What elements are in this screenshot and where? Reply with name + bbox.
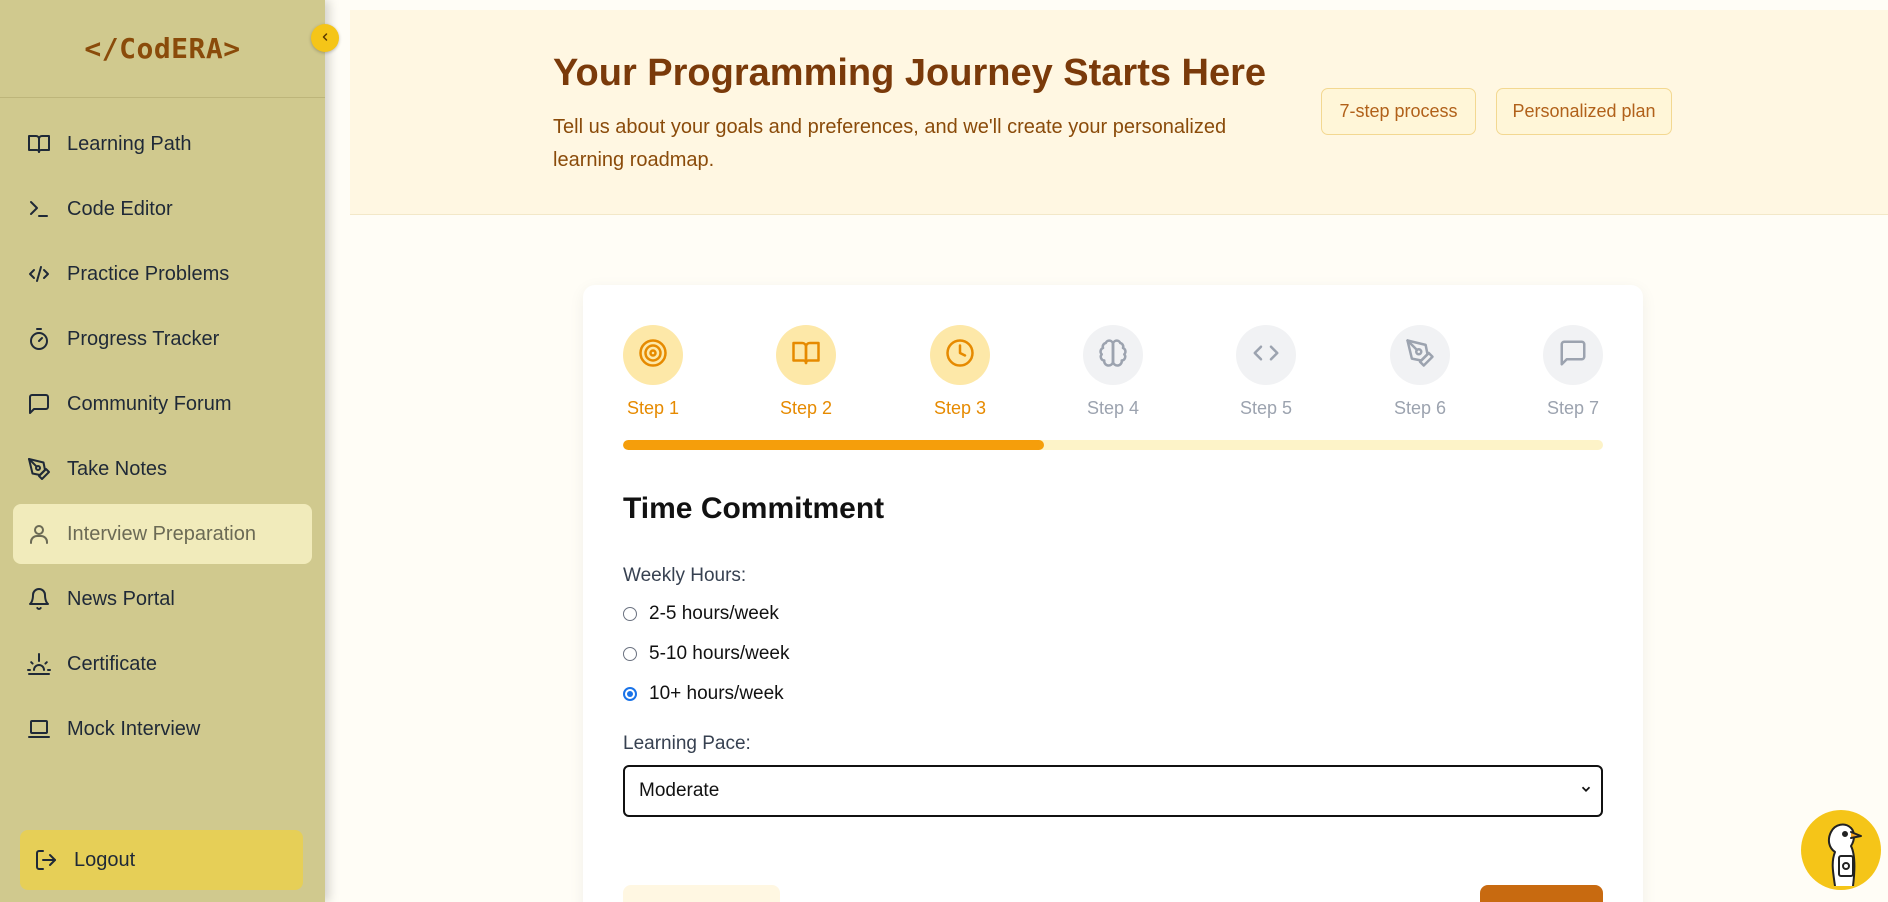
step-label: Step 6 [1393, 398, 1447, 418]
code-icon [27, 262, 51, 286]
sidebar-item-label: Learning Path [67, 132, 192, 155]
target-icon [638, 338, 668, 373]
step-label: Step 4 [1086, 398, 1140, 418]
sidebar-item-label: Certificate [67, 652, 158, 675]
previous-button[interactable] [623, 885, 780, 902]
sidebar-item-label: Interview Preparation [67, 522, 256, 545]
weekly-hours-label: Weekly Hours: [623, 565, 747, 586]
weekly-option-5-10[interactable]: 5-10 hours/week [623, 643, 789, 665]
radio-button[interactable] [623, 687, 637, 701]
step-circle [1236, 325, 1296, 385]
laptop-icon [27, 717, 51, 741]
sunrise-icon [27, 652, 51, 676]
sidebar-item-label: News Portal [67, 587, 175, 610]
sidebar-item-label: Take Notes [67, 457, 168, 480]
sidebar-item-label: Mock Interview [67, 717, 201, 740]
step-circle [930, 325, 990, 385]
log-out-icon [34, 848, 58, 872]
chip-personalized-plan: Personalized plan [1496, 88, 1672, 135]
sidebar-item-progress-tracker[interactable]: Progress Tracker [13, 309, 312, 369]
sidebar-item-certificate[interactable]: Certificate [13, 634, 312, 694]
sidebar-item-code-editor[interactable]: Code Editor [13, 179, 312, 239]
terminal-icon [27, 197, 51, 221]
message-square-icon [27, 392, 51, 416]
sidebar-item-label: Practice Problems [67, 262, 230, 285]
learning-pace-select[interactable]: Moderate [623, 765, 1603, 817]
hero-header: Your Programming Journey Starts Here Tel… [350, 10, 1888, 215]
pen-tool-icon [1405, 338, 1435, 373]
bell-icon [27, 587, 51, 611]
radio-label: 2-5 hours/week [649, 603, 779, 624]
sidebar-item-take-notes[interactable]: Take Notes [13, 439, 312, 499]
step-3[interactable]: Step 3 [930, 325, 990, 419]
chevron-left-icon [319, 30, 331, 46]
assistant-avatar-icon [1809, 810, 1873, 890]
select-value: Moderate [639, 780, 720, 801]
sidebar-item-label: Code Editor [67, 197, 173, 220]
step-5[interactable]: Step 5 [1236, 325, 1296, 419]
assistant-button[interactable] [1801, 810, 1881, 890]
sidebar-item-community-forum[interactable]: Community Forum [13, 374, 312, 434]
step-1[interactable]: Step 1 [623, 325, 683, 419]
progress-bar [623, 440, 1603, 450]
step-label: Step 1 [626, 398, 680, 418]
step-circle [1083, 325, 1143, 385]
step-4[interactable]: Step 4 [1083, 325, 1143, 419]
logout-label: Logout [74, 848, 136, 871]
page-title: Your Programming Journey Starts Here [553, 52, 1267, 94]
sidebar: </CodERA> Learning Path Code Editor Prac… [0, 0, 325, 902]
sidebar-item-label: Progress Tracker [67, 327, 220, 350]
stepper: Step 1 Step 2 Step 3 Step 4 Step 5 Step … [623, 325, 1603, 425]
step-circle [623, 325, 683, 385]
clock-icon [945, 338, 975, 373]
code-icon [1251, 338, 1281, 373]
page-subtitle: Tell us about your goals and preferences… [553, 116, 1227, 171]
chevron-down-icon [1579, 780, 1593, 802]
step-label: Step 2 [779, 398, 833, 418]
learning-pace-label: Learning Pace: [623, 733, 751, 754]
step-2[interactable]: Step 2 [776, 325, 836, 419]
step-circle [1390, 325, 1450, 385]
progress-fill [623, 440, 1045, 450]
logout-button[interactable]: Logout [20, 830, 303, 890]
timer-icon [27, 327, 51, 351]
step-7[interactable]: Step 7 [1543, 325, 1603, 419]
onboarding-card: Step 1 Step 2 Step 3 Step 4 Step 5 Step … [583, 285, 1643, 902]
sidebar-item-label: Community Forum [67, 392, 232, 415]
step-label: Step 3 [933, 398, 987, 418]
sidebar-item-practice-problems[interactable]: Practice Problems [13, 244, 312, 304]
sidebar-item-interview-preparation[interactable]: Interview Preparation [13, 504, 312, 564]
chip-step-process: 7-step process [1321, 88, 1476, 135]
sidebar-nav: Learning Path Code Editor Practice Probl… [0, 114, 325, 764]
step-circle [1543, 325, 1603, 385]
sidebar-item-learning-path[interactable]: Learning Path [13, 114, 312, 174]
user-icon [27, 522, 51, 546]
message-square-icon [1558, 338, 1588, 373]
radio-button[interactable] [623, 607, 637, 621]
next-button[interactable] [1480, 885, 1603, 902]
sidebar-item-news-portal[interactable]: News Portal [13, 569, 312, 629]
weekly-option-2-5[interactable]: 2-5 hours/week [623, 603, 779, 625]
brand-logo[interactable]: </CodERA> [0, 0, 325, 98]
step-circle [776, 325, 836, 385]
step-label: Step 5 [1239, 398, 1293, 418]
pen-tool-icon [27, 457, 51, 481]
brain-icon [1098, 338, 1128, 373]
step-6[interactable]: Step 6 [1390, 325, 1450, 419]
radio-label: 5-10 hours/week [649, 643, 790, 664]
book-open-icon [27, 132, 51, 156]
sidebar-item-mock-interview[interactable]: Mock Interview [13, 699, 312, 759]
radio-label: 10+ hours/week [649, 683, 784, 704]
weekly-option-10-plus[interactable]: 10+ hours/week [623, 683, 784, 705]
book-open-icon [791, 338, 821, 373]
sidebar-collapse-button[interactable] [311, 24, 339, 52]
step-label: Step 7 [1546, 398, 1600, 418]
section-title: Time Commitment [623, 492, 885, 525]
radio-button[interactable] [623, 647, 637, 661]
